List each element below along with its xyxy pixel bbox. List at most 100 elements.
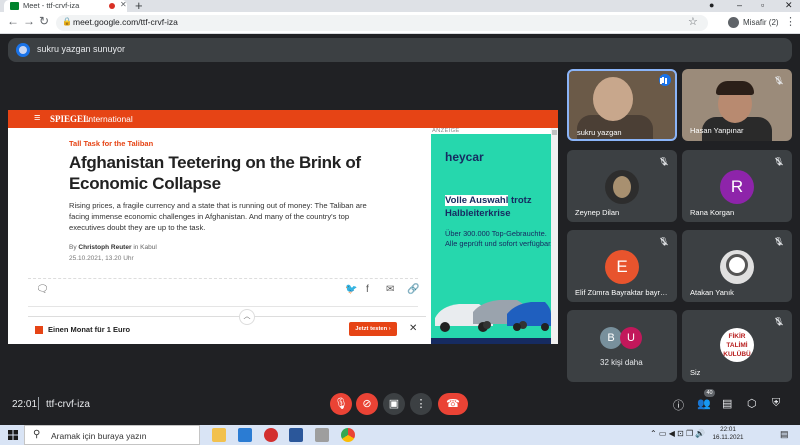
ad-logo: heycar: [445, 150, 484, 164]
mic-off-icon: 🎙: [773, 157, 784, 166]
byline-prefix: By: [69, 244, 77, 251]
promo-button: Jetzt testen ›: [349, 322, 397, 336]
page-scrollbar: [551, 128, 558, 344]
maximize-button[interactable]: ▫: [761, 0, 764, 10]
close-tab-icon[interactable]: ✕: [120, 0, 127, 9]
avatar: R: [720, 170, 754, 204]
chevron-up-icon: ︿: [239, 309, 255, 325]
article-date: 25.10.2021, 13.20 Uhr: [69, 255, 134, 262]
notification-center-icon[interactable]: ▤: [780, 429, 789, 440]
presenter-avatar: [16, 43, 30, 57]
ad-footer-strip: [431, 338, 551, 344]
browser-tab[interactable]: Meet - ttf-crvf-iza ✕: [4, 0, 127, 12]
windows-taskbar: ⚲ Aramak için buraya yazın ⌃ ▭ ◀ ⊡ ❐ 🔊 2…: [0, 425, 800, 445]
article-kicker: Tall Task for the Taliban: [69, 139, 154, 148]
participant-tile-zeynep[interactable]: 🎙 Zeynep Dilan: [567, 150, 677, 222]
participant-tile-hasan[interactable]: 🎙 Hasan Yanpınar: [682, 69, 792, 141]
tab-strip: Meet - ttf-crvf-iza ✕ + ● – ▫ ✕: [0, 0, 800, 13]
divider: [28, 278, 418, 279]
email-icon: ✉: [386, 284, 395, 295]
tab-title: Meet - ttf-crvf-iza: [23, 1, 80, 10]
url-text[interactable]: meet.google.com/ttf-crvf-iza: [73, 17, 178, 27]
browser-menu-icon[interactable]: ⋮: [785, 15, 796, 28]
lock-icon[interactable]: 🔒: [62, 17, 72, 26]
facebook-icon: f: [366, 284, 369, 295]
browser-toolbar: ← → ↻ 🔒 meet.google.com/ttf-crvf-iza ☆ M…: [0, 12, 800, 34]
opera-icon[interactable]: [264, 428, 278, 442]
participants-count-badge: 40: [704, 389, 715, 397]
spiegel-plus-icon: [35, 326, 43, 334]
logo-text: KULÜBÜ: [723, 351, 751, 358]
video-hair: [716, 81, 754, 95]
participant-name: sukru yazgan: [577, 128, 622, 137]
mail-icon[interactable]: [238, 428, 252, 442]
word-icon[interactable]: [289, 428, 303, 442]
ad-headline-highlight: Volle Auswahl: [445, 195, 509, 206]
chat-icon[interactable]: ▤: [722, 397, 732, 410]
present-screen-button[interactable]: ▣: [383, 393, 405, 415]
avatar: [720, 250, 754, 284]
clock-date: 16.11.2021: [712, 434, 744, 441]
article-byline: By Christoph Reuter in Kabul: [69, 244, 157, 251]
participants-icon[interactable]: 👥: [697, 397, 711, 410]
mic-off-icon: 🎙: [658, 237, 669, 246]
divider: [38, 397, 39, 410]
taskbar-search[interactable]: ⚲ Aramak için buraya yazın: [24, 425, 200, 445]
participant-tile-sukru[interactable]: sukru yazgan: [567, 69, 677, 141]
mic-off-icon: 🎙: [773, 237, 784, 246]
participant-tile-atakan[interactable]: 🎙 Atakan Yanık: [682, 230, 792, 302]
avatar: [605, 170, 639, 204]
bookmark-star-icon[interactable]: ☆: [688, 15, 698, 28]
advertisement: heycar Volle Auswahl trotz Halbleiterkri…: [431, 134, 551, 344]
participant-name: Atakan Yanık: [690, 288, 734, 297]
self-tile[interactable]: 🎙 FİKİR TALİMİ KULÜBÜ Siz: [682, 310, 792, 382]
recording-icon: [109, 3, 115, 9]
meeting-details-icon[interactable]: ⓘ: [673, 397, 684, 413]
comment-icon: 🗨: [36, 284, 49, 295]
chrome-icon[interactable]: [341, 428, 355, 442]
host-controls-icon[interactable]: ⛨: [772, 397, 780, 410]
back-icon[interactable]: ←: [7, 14, 19, 28]
windows-start-icon[interactable]: [8, 430, 18, 440]
self-name: Siz: [690, 368, 701, 377]
more-options-button[interactable]: ⋮: [410, 393, 432, 415]
presenting-banner: sukru yazgan sunuyor: [8, 38, 792, 62]
clock-time: 22:01: [720, 426, 736, 433]
system-tray[interactable]: ⌃ ▭ ◀ ⊡ ❐ 🔊: [650, 429, 705, 438]
file-explorer-icon[interactable]: [212, 428, 226, 442]
twitter-icon: 🐦: [345, 284, 358, 295]
address-bar[interactable]: 🔒 meet.google.com/ttf-crvf-iza ☆: [56, 15, 708, 31]
close-icon: ✕: [409, 323, 418, 334]
leave-call-button[interactable]: ☎: [438, 393, 468, 415]
avatar: B: [600, 327, 622, 349]
participant-tile-rana[interactable]: 🎙 R Rana Korgan: [682, 150, 792, 222]
video-face: [593, 77, 633, 121]
app-icon[interactable]: [315, 428, 329, 442]
reload-icon[interactable]: ↻: [39, 14, 49, 28]
cars-image: [435, 300, 551, 332]
club-logo: FİKİR TALİMİ KULÜBÜ: [720, 328, 754, 362]
avatar: U: [620, 327, 642, 349]
camera-toggle-button[interactable]: ⊘: [356, 393, 378, 415]
taskbar-clock[interactable]: 22:01 16.11.2021: [712, 426, 744, 442]
search-icon: ⚲: [33, 429, 41, 440]
participant-name: Hasan Yanpınar: [690, 126, 744, 135]
forward-icon[interactable]: →: [23, 14, 35, 28]
participant-tile-elif[interactable]: 🎙 E Elif Zümra Bayraktar bayr…: [567, 230, 677, 302]
profile-name: Misafir (2): [743, 18, 779, 27]
logo-text: FİKİR: [728, 333, 746, 340]
speaking-indicator-icon: [659, 74, 671, 86]
tab-search-icon[interactable]: ●: [709, 0, 714, 10]
hamburger-menu-icon: ≡: [34, 112, 41, 124]
more-participants-tile[interactable]: B U 32 kişi daha: [567, 310, 677, 382]
meet-favicon-icon: [10, 2, 19, 10]
activities-icon[interactable]: ⬡: [747, 397, 757, 410]
subscription-promo: ︿ Einen Monat für 1 Euro Jetzt testen › …: [28, 309, 426, 340]
mic-toggle-button[interactable]: 🎙: [330, 393, 352, 415]
shared-screen: ≡ SPIEGEL International Tall Task for th…: [8, 110, 558, 344]
ad-body: Über 300.000 Top-Gebrauchte. Alle geprüf…: [445, 229, 551, 248]
avatar: E: [605, 250, 639, 284]
minimize-button[interactable]: –: [737, 0, 742, 10]
close-window-button[interactable]: ✕: [785, 0, 793, 11]
participant-name: Zeynep Dilan: [575, 208, 620, 217]
